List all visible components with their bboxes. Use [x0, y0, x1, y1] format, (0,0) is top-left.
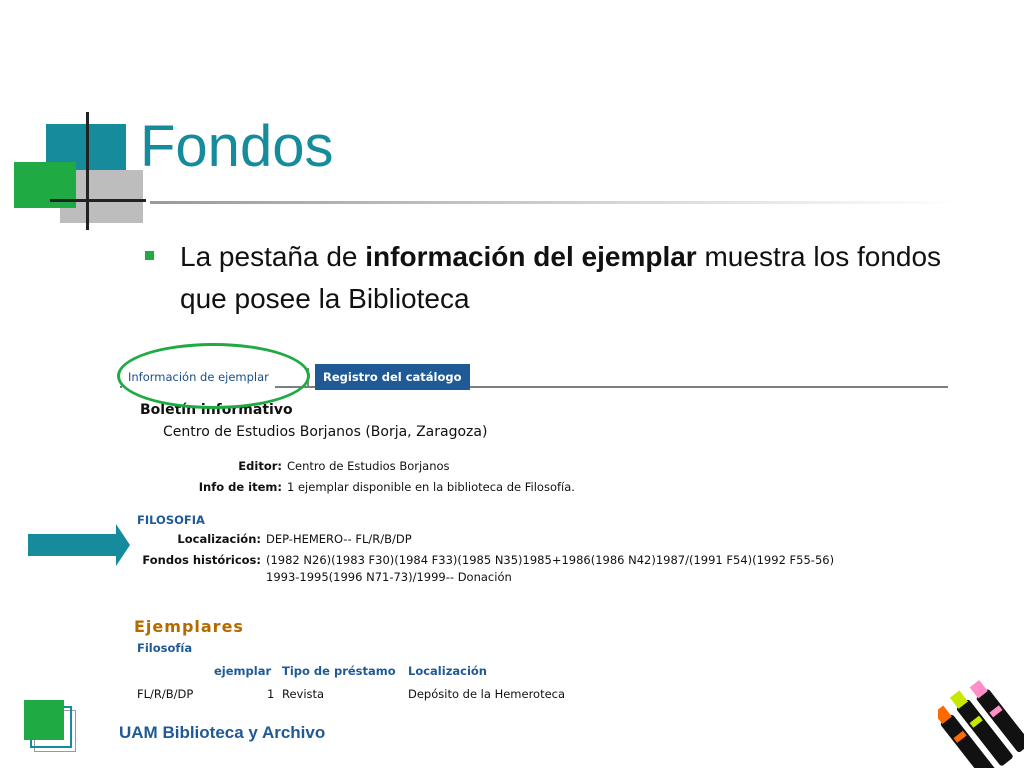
copies-library: Filosofía: [137, 641, 193, 655]
tab-informacion-ejemplar[interactable]: Información de ejemplar: [122, 366, 275, 388]
bullet-emphasis: información del ejemplar: [365, 241, 697, 272]
column-header-tipo-prestamo: Tipo de préstamo: [282, 664, 396, 678]
column-header-ejemplar: ejemplar: [214, 664, 272, 678]
record-subtitle: Centro de Estudios Borjanos (Borja, Zara…: [163, 424, 488, 440]
footer-text: UAM Biblioteca y Archivo: [119, 723, 326, 742]
decor-line-horizontal: [50, 199, 146, 202]
cell-ejemplar: 1: [267, 687, 275, 701]
cell-signature: FL/R/B/DP: [137, 687, 194, 701]
cell-tipo: Revista: [282, 687, 325, 701]
info-item-label: Info de item:: [198, 480, 282, 494]
holdings-line-2: 1993-1995(1996 N71-73)/1999-- Donación: [266, 570, 512, 584]
highlighter-markers-icon: [938, 680, 1024, 768]
title-divider: [150, 201, 960, 204]
record-title: Boletín informativo: [140, 402, 293, 418]
cell-localizacion: Depósito de la Hemeroteca: [408, 687, 566, 701]
bullet-text: La pestaña de información del ejemplar m…: [180, 236, 960, 320]
holdings-label: Fondos históricos:: [142, 553, 261, 567]
copies-heading: Ejemplares: [134, 617, 244, 636]
location-label: Localización:: [177, 532, 261, 546]
slide-title: Fondos: [140, 114, 334, 179]
footer-decor-square: [24, 700, 64, 740]
bullet-square-icon: [145, 251, 154, 260]
tab-separator: [307, 368, 309, 386]
decor-line-vertical: [86, 112, 89, 230]
tab-registro-catalogo[interactable]: Registro del catálogo: [315, 364, 470, 390]
info-item-value: 1 ejemplar disponible en la biblioteca d…: [287, 480, 575, 494]
editor-label: Editor:: [238, 459, 282, 473]
bullet-prefix: La pestaña de: [180, 241, 366, 272]
column-header-localizacion: Localización: [408, 664, 487, 678]
holdings-line-1: (1982 N26)(1983 F30)(1984 F33)(1985 N35)…: [266, 553, 835, 567]
location-value: DEP-HEMERO-- FL/R/B/DP: [266, 532, 412, 546]
pointer-arrow-icon: [28, 524, 130, 566]
library-heading[interactable]: FILOSOFIA: [137, 513, 205, 527]
editor-value: Centro de Estudios Borjanos: [287, 459, 450, 473]
